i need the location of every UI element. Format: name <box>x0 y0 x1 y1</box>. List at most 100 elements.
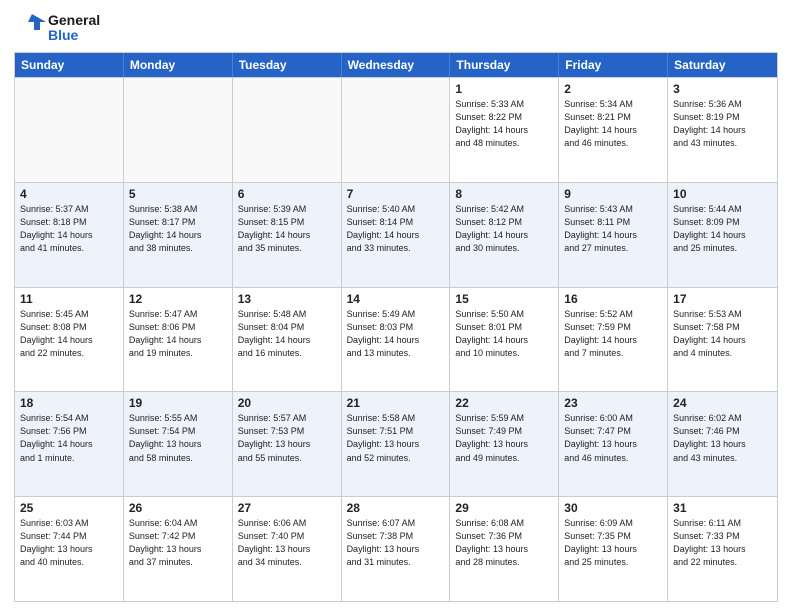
cal-cell: 22 Sunrise: 5:59 AM Sunset: 7:49 PM Dayli… <box>450 392 559 496</box>
day-info: Sunrise: 5:55 AM Sunset: 7:54 PM Dayligh… <box>129 412 227 464</box>
cal-cell: 1 Sunrise: 5:33 AM Sunset: 8:22 PM Daylig… <box>450 78 559 182</box>
cal-cell: 26 Sunrise: 6:04 AM Sunset: 7:42 PM Dayli… <box>124 497 233 601</box>
day-info: Sunrise: 5:33 AM Sunset: 8:22 PM Dayligh… <box>455 98 553 150</box>
cal-cell: 24 Sunrise: 6:02 AM Sunset: 7:46 PM Dayli… <box>668 392 777 496</box>
day-number: 5 <box>129 187 227 201</box>
cal-cell: 23Sunrise: 6:00 AM Sunset: 7:47 PM Dayli… <box>559 392 668 496</box>
cal-cell: 3 Sunrise: 5:36 AM Sunset: 8:19 PM Daylig… <box>668 78 777 182</box>
day-number: 22 <box>455 396 553 410</box>
day-info: Sunrise: 5:48 AM Sunset: 8:04 PM Dayligh… <box>238 308 336 360</box>
cal-cell: 5 Sunrise: 5:38 AM Sunset: 8:17 PM Daylig… <box>124 183 233 287</box>
cal-cell: 17 Sunrise: 5:53 AM Sunset: 7:58 PM Dayli… <box>668 288 777 392</box>
day-info: Sunrise: 5:52 AM Sunset: 7:59 PM Dayligh… <box>564 308 662 360</box>
day-info: Sunrise: 5:38 AM Sunset: 8:17 PM Dayligh… <box>129 203 227 255</box>
cal-cell: 6Sunrise: 5:39 AM Sunset: 8:15 PM Daylig… <box>233 183 342 287</box>
day-number: 13 <box>238 292 336 306</box>
day-number: 15 <box>455 292 553 306</box>
day-info: Sunrise: 6:07 AM Sunset: 7:38 PM Dayligh… <box>347 517 445 569</box>
day-number: 26 <box>129 501 227 515</box>
week-row-2: 11 Sunrise: 5:45 AM Sunset: 8:08 PM Dayli… <box>15 287 777 392</box>
cal-cell <box>15 78 124 182</box>
day-number: 31 <box>673 501 772 515</box>
cal-cell: 18Sunrise: 5:54 AM Sunset: 7:56 PM Dayli… <box>15 392 124 496</box>
cal-cell: 2 Sunrise: 5:34 AM Sunset: 8:21 PM Daylig… <box>559 78 668 182</box>
day-info: Sunrise: 5:34 AM Sunset: 8:21 PM Dayligh… <box>564 98 662 150</box>
day-info: Sunrise: 6:08 AM Sunset: 7:36 PM Dayligh… <box>455 517 553 569</box>
day-number: 4 <box>20 187 118 201</box>
cal-cell: 9 Sunrise: 5:43 AM Sunset: 8:11 PM Daylig… <box>559 183 668 287</box>
day-info: Sunrise: 6:11 AM Sunset: 7:33 PM Dayligh… <box>673 517 772 569</box>
day-number: 17 <box>673 292 772 306</box>
logo-bird-icon <box>14 10 46 46</box>
day-number: 21 <box>347 396 445 410</box>
day-info: Sunrise: 5:53 AM Sunset: 7:58 PM Dayligh… <box>673 308 772 360</box>
day-number: 29 <box>455 501 553 515</box>
day-info: Sunrise: 5:54 AM Sunset: 7:56 PM Dayligh… <box>20 412 118 464</box>
day-number: 7 <box>347 187 445 201</box>
day-info: Sunrise: 6:03 AM Sunset: 7:44 PM Dayligh… <box>20 517 118 569</box>
header: General Blue <box>14 10 778 46</box>
cal-cell: 4 Sunrise: 5:37 AM Sunset: 8:18 PM Daylig… <box>15 183 124 287</box>
day-info: Sunrise: 5:57 AM Sunset: 7:53 PM Dayligh… <box>238 412 336 464</box>
week-row-3: 18Sunrise: 5:54 AM Sunset: 7:56 PM Dayli… <box>15 391 777 496</box>
day-info: Sunrise: 5:47 AM Sunset: 8:06 PM Dayligh… <box>129 308 227 360</box>
day-number: 2 <box>564 82 662 96</box>
day-info: Sunrise: 5:50 AM Sunset: 8:01 PM Dayligh… <box>455 308 553 360</box>
page: General Blue SundayMondayTuesdayWednesda… <box>0 0 792 612</box>
day-number: 27 <box>238 501 336 515</box>
day-info: Sunrise: 5:39 AM Sunset: 8:15 PM Dayligh… <box>238 203 336 255</box>
day-info: Sunrise: 5:49 AM Sunset: 8:03 PM Dayligh… <box>347 308 445 360</box>
day-info: Sunrise: 5:59 AM Sunset: 7:49 PM Dayligh… <box>455 412 553 464</box>
day-info: Sunrise: 6:02 AM Sunset: 7:46 PM Dayligh… <box>673 412 772 464</box>
cal-cell: 27 Sunrise: 6:06 AM Sunset: 7:40 PM Dayli… <box>233 497 342 601</box>
calendar-body: 1 Sunrise: 5:33 AM Sunset: 8:22 PM Daylig… <box>15 77 777 601</box>
cal-cell: 19 Sunrise: 5:55 AM Sunset: 7:54 PM Dayli… <box>124 392 233 496</box>
cal-cell <box>342 78 451 182</box>
day-info: Sunrise: 5:37 AM Sunset: 8:18 PM Dayligh… <box>20 203 118 255</box>
header-cell-thursday: Thursday <box>450 53 559 77</box>
header-cell-friday: Friday <box>559 53 668 77</box>
day-info: Sunrise: 5:36 AM Sunset: 8:19 PM Dayligh… <box>673 98 772 150</box>
day-info: Sunrise: 5:40 AM Sunset: 8:14 PM Dayligh… <box>347 203 445 255</box>
day-info: Sunrise: 5:45 AM Sunset: 8:08 PM Dayligh… <box>20 308 118 360</box>
cal-cell: 13 Sunrise: 5:48 AM Sunset: 8:04 PM Dayli… <box>233 288 342 392</box>
day-number: 12 <box>129 292 227 306</box>
day-number: 11 <box>20 292 118 306</box>
day-number: 3 <box>673 82 772 96</box>
day-info: Sunrise: 5:42 AM Sunset: 8:12 PM Dayligh… <box>455 203 553 255</box>
cal-cell: 20 Sunrise: 5:57 AM Sunset: 7:53 PM Dayli… <box>233 392 342 496</box>
cal-cell: 30Sunrise: 6:09 AM Sunset: 7:35 PM Dayli… <box>559 497 668 601</box>
header-cell-wednesday: Wednesday <box>342 53 451 77</box>
day-info: Sunrise: 6:04 AM Sunset: 7:42 PM Dayligh… <box>129 517 227 569</box>
day-number: 1 <box>455 82 553 96</box>
header-cell-saturday: Saturday <box>668 53 777 77</box>
day-number: 8 <box>455 187 553 201</box>
cal-cell: 28Sunrise: 6:07 AM Sunset: 7:38 PM Dayli… <box>342 497 451 601</box>
day-info: Sunrise: 5:43 AM Sunset: 8:11 PM Dayligh… <box>564 203 662 255</box>
logo: General Blue <box>14 10 100 46</box>
day-number: 14 <box>347 292 445 306</box>
day-number: 19 <box>129 396 227 410</box>
day-number: 23 <box>564 396 662 410</box>
day-number: 9 <box>564 187 662 201</box>
cal-cell: 16Sunrise: 5:52 AM Sunset: 7:59 PM Dayli… <box>559 288 668 392</box>
day-number: 20 <box>238 396 336 410</box>
cal-cell: 12 Sunrise: 5:47 AM Sunset: 8:06 PM Dayli… <box>124 288 233 392</box>
day-info: Sunrise: 5:44 AM Sunset: 8:09 PM Dayligh… <box>673 203 772 255</box>
day-info: Sunrise: 6:06 AM Sunset: 7:40 PM Dayligh… <box>238 517 336 569</box>
calendar: SundayMondayTuesdayWednesdayThursdayFrid… <box>14 52 778 602</box>
header-cell-sunday: Sunday <box>15 53 124 77</box>
day-number: 10 <box>673 187 772 201</box>
cal-cell: 25 Sunrise: 6:03 AM Sunset: 7:44 PM Dayli… <box>15 497 124 601</box>
header-cell-monday: Monday <box>124 53 233 77</box>
day-number: 24 <box>673 396 772 410</box>
calendar-header-row: SundayMondayTuesdayWednesdayThursdayFrid… <box>15 53 777 77</box>
cal-cell: 10 Sunrise: 5:44 AM Sunset: 8:09 PM Dayli… <box>668 183 777 287</box>
day-info: Sunrise: 5:58 AM Sunset: 7:51 PM Dayligh… <box>347 412 445 464</box>
week-row-1: 4 Sunrise: 5:37 AM Sunset: 8:18 PM Daylig… <box>15 182 777 287</box>
day-number: 25 <box>20 501 118 515</box>
day-number: 30 <box>564 501 662 515</box>
cal-cell: 11 Sunrise: 5:45 AM Sunset: 8:08 PM Dayli… <box>15 288 124 392</box>
cal-cell: 21 Sunrise: 5:58 AM Sunset: 7:51 PM Dayli… <box>342 392 451 496</box>
week-row-0: 1 Sunrise: 5:33 AM Sunset: 8:22 PM Daylig… <box>15 77 777 182</box>
